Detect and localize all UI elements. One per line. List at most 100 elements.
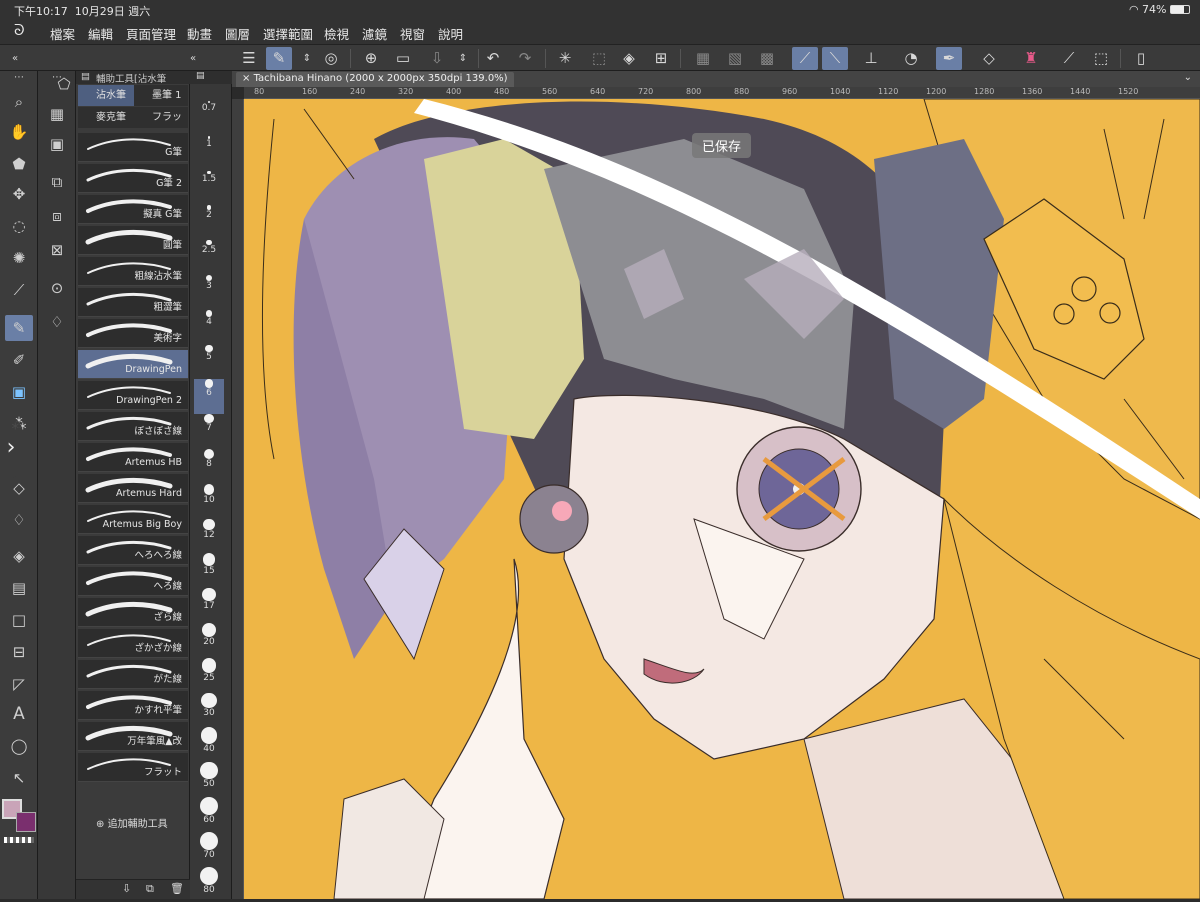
save-stepper-icon[interactable]: ⇕ [450, 47, 476, 70]
fill-tool-icon[interactable]: ◈ [5, 543, 33, 569]
brush-size-item[interactable]: 15 [194, 553, 224, 588]
brush-size-item[interactable]: 7 [194, 414, 224, 449]
loading-icon[interactable]: ✳ [552, 47, 578, 70]
menu-file[interactable]: 檔案 [50, 24, 75, 43]
brush-item[interactable]: Artemus HB [78, 443, 188, 472]
close-box-icon[interactable]: ⊠ [43, 237, 71, 263]
brush-category-2[interactable]: 麥克筆 [78, 107, 134, 128]
ruler-snap-icon[interactable]: ⟋ [792, 47, 818, 70]
brush-size-item[interactable]: 25 [194, 657, 224, 693]
drops-icon[interactable]: ♢ [43, 309, 71, 335]
save-icon[interactable]: ⇩ [424, 47, 450, 70]
brush-item[interactable]: 粗澀筆 [78, 288, 188, 317]
tool-menu-icon[interactable]: ⋯ [5, 71, 33, 85]
brush-size-item[interactable]: 50 [194, 762, 224, 797]
undo-icon[interactable]: ↶ [480, 47, 506, 70]
edit-mode-icon[interactable]: ✎ [266, 47, 292, 70]
operation-icon[interactable]: ⬟ [5, 151, 33, 177]
brush-category-3[interactable]: フラッ [134, 107, 188, 128]
brush-size-item[interactable]: 3 [194, 275, 224, 310]
brush-size-item[interactable]: 30 [194, 692, 224, 728]
transparent-color-swatch[interactable] [4, 837, 34, 843]
canvas-artwork[interactable]: 已保存 [244, 99, 1200, 899]
brush-item[interactable]: がた線 [78, 660, 188, 689]
document-tab[interactable]: × Tachibana Hinano (2000 x 2000px 350dpi… [236, 72, 514, 87]
brush-size-item[interactable]: 1.5 [194, 170, 224, 206]
menu-page-manage[interactable]: 頁面管理 [126, 24, 176, 43]
cake-icon[interactable]: ♜ [1018, 47, 1044, 70]
clear-icon[interactable]: ⬚ [586, 47, 612, 70]
menu-filter[interactable]: 濾鏡 [362, 24, 387, 43]
hand-icon[interactable]: ✋ [5, 119, 33, 145]
brush-size-item[interactable]: 5 [194, 344, 224, 380]
blend-icon[interactable]: ♢ [5, 507, 33, 533]
layer-group-icon[interactable]: ⧉ [43, 169, 71, 195]
figure-icon[interactable]: □ [5, 607, 33, 633]
brush-item[interactable]: G筆 2 [78, 164, 188, 193]
menu-view[interactable]: 檢視 [324, 24, 349, 43]
brush-size-item[interactable]: 8 [194, 449, 224, 484]
frame-icon[interactable]: ⊟ [5, 639, 33, 665]
collapse-panel-icon[interactable]: « [180, 47, 206, 70]
open-file-icon[interactable]: ▭ [390, 47, 416, 70]
close-tab-icon[interactable]: × [242, 73, 250, 84]
brush-size-item[interactable]: 1 [194, 135, 224, 171]
pen-tool-icon[interactable]: ✒ [936, 47, 962, 70]
menu-help[interactable]: 說明 [438, 24, 463, 43]
brush-item[interactable]: ざら線 [78, 598, 188, 627]
brush-item[interactable]: かすれ平筆 [78, 691, 188, 720]
navigator-icon[interactable]: ⊙ [43, 275, 71, 301]
lasso-icon[interactable]: ◌ [5, 213, 33, 239]
brush-size-item[interactable]: 6 [194, 379, 224, 415]
fill-icon[interactable]: ◈ [616, 47, 642, 70]
menu-edit[interactable]: 編輯 [88, 24, 113, 43]
pencil-icon[interactable]: ✐ [5, 347, 33, 373]
menu-icon[interactable]: ☰ [236, 47, 262, 70]
brush-item[interactable]: Artemus Big Boy [78, 505, 188, 534]
brush-item[interactable]: へろへろ線 [78, 536, 188, 565]
eraser-icon[interactable]: ◇ [5, 475, 33, 501]
clip-studio-icon[interactable]: ◎ [318, 47, 344, 70]
size-panel-menu-icon[interactable]: ▤ [196, 71, 205, 81]
select-all-icon[interactable]: ▦ [690, 47, 716, 70]
brush-size-item[interactable]: 20 [194, 623, 224, 658]
magic-wand-icon[interactable]: ✺ [5, 245, 33, 271]
duplicate-icon[interactable]: ⧉ [146, 882, 154, 896]
brush-item[interactable]: へろ線 [78, 567, 188, 596]
add-subtool-button[interactable]: ⊕ 追加輔助工具 [96, 815, 168, 830]
layer-stack-icon[interactable]: ⧈ [43, 203, 71, 229]
brush-size-item[interactable]: 2 [194, 205, 224, 240]
correct-line-icon[interactable]: ↖ [5, 765, 33, 791]
redo-icon[interactable]: ↷ [512, 47, 538, 70]
brush-size-item[interactable]: 4 [194, 309, 224, 345]
chevron-down-icon[interactable]: ⌄ [1184, 72, 1192, 83]
brush-item[interactable]: DrawingPen [78, 350, 188, 379]
brush-item[interactable]: フラット [78, 753, 188, 782]
brush-size-item[interactable]: 60 [194, 797, 224, 832]
invert-selection-icon[interactable]: ▩ [754, 47, 780, 70]
brush-size-item[interactable]: 70 [194, 831, 224, 867]
brush-item[interactable]: Artemus Hard [78, 474, 188, 503]
menu-window[interactable]: 視窗 [400, 24, 425, 43]
brush-item[interactable]: ざかざか線 [78, 629, 188, 658]
brush-size-item[interactable]: 12 [194, 518, 224, 554]
brush-size-item[interactable]: 0.7 [194, 101, 224, 136]
collapse-left-icon[interactable]: « [2, 47, 28, 70]
brush-item[interactable]: 粗線沾水筆 [78, 257, 188, 286]
brush-size-item[interactable]: 10 [194, 483, 224, 519]
brush-category-0[interactable]: 沾水筆 [78, 85, 134, 106]
brush-item[interactable]: 美術字 [78, 319, 188, 348]
sub-tool-tab[interactable]: ▤ 輔助工具[沾水筆 [76, 71, 190, 85]
brush-item[interactable]: G筆 [78, 133, 188, 162]
deselect-icon[interactable]: ▧ [722, 47, 748, 70]
grid-snap-icon[interactable]: ⊥ [858, 47, 884, 70]
brush-item[interactable]: ぼさぼさ線 [78, 412, 188, 441]
eyedropper-tool-icon[interactable]: ⟋ [5, 277, 33, 303]
eraser-tool-icon[interactable]: ◇ [976, 47, 1002, 70]
ruler-tool-icon[interactable]: ◸ [5, 671, 33, 697]
reference-icon[interactable]: ◔ [898, 47, 924, 70]
brush-item[interactable]: 擬真 G筆 [78, 195, 188, 224]
menu-layer[interactable]: 圖層 [225, 24, 250, 43]
subtool-group-icon[interactable]: ⬠ [50, 71, 78, 97]
brush-size-item[interactable]: 2.5 [194, 240, 224, 275]
